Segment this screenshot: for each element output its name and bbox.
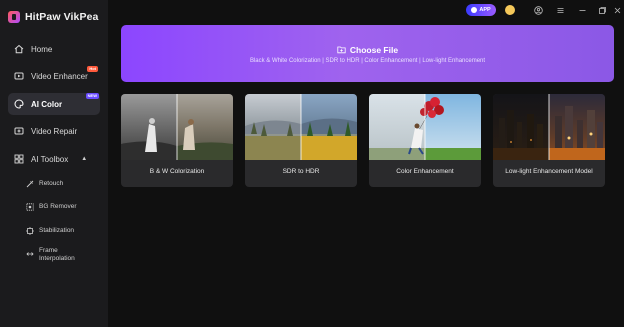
app-window: HitPaw VikPea Home Video Enhancer Hot AI…	[0, 0, 624, 327]
card-sdr-to-hdr[interactable]: SDR to HDR	[245, 94, 357, 187]
frame-interpolation-icon	[26, 250, 34, 258]
app-button[interactable]: APP	[466, 4, 496, 16]
caret-up-icon: ▲	[81, 156, 88, 162]
close-icon[interactable]	[611, 4, 623, 16]
sdr-to-hdr-preview-image	[245, 94, 357, 160]
coin-icon[interactable]	[505, 5, 515, 15]
toolbox-item-label: Retouch	[39, 180, 64, 187]
hot-badge: Hot	[87, 66, 98, 72]
toolbox-item-label: Stabilization	[39, 227, 75, 234]
card-label: B & W Colorization	[149, 168, 205, 175]
card-low-light-enhancement[interactable]: Low-light Enhancement Model	[493, 94, 605, 187]
low-light-preview-image	[493, 94, 605, 160]
stabilization-icon	[26, 227, 34, 235]
restore-icon[interactable]	[596, 4, 608, 16]
card-label: SDR to HDR	[282, 168, 320, 175]
add-file-icon	[337, 41, 346, 59]
user-icon[interactable]	[532, 4, 544, 16]
card-label: Color Enhancement	[396, 168, 454, 175]
main-content: APP Choose File Black & White Colorizati…	[108, 0, 624, 327]
video-repair-icon	[14, 126, 24, 136]
sidebar-item-label: Home	[31, 44, 53, 54]
toolbox-item-label: Frame Interpolation	[39, 247, 75, 262]
video-enhancer-icon	[14, 71, 24, 81]
titlebar: APP	[444, 0, 624, 20]
menu-icon[interactable]	[554, 4, 566, 16]
toolbox-item-frame-interpolation[interactable]: Frame Interpolation	[26, 247, 102, 263]
home-icon	[14, 44, 24, 54]
brand: HitPaw VikPea	[8, 11, 98, 23]
sidebar-item-label: AI Color	[31, 99, 63, 109]
bg-remover-icon	[26, 203, 34, 211]
sidebar-item-label: Video Enhancer	[31, 71, 88, 81]
feature-list-text: Black & White Colorization | SDR to HDR …	[249, 58, 486, 64]
choose-file-row: Choose File	[121, 41, 614, 59]
sidebar-item-ai-color[interactable]: AI Color NEW	[8, 93, 100, 115]
card-color-enhancement[interactable]: Color Enhancement	[369, 94, 481, 187]
sidebar: HitPaw VikPea Home Video Enhancer Hot AI…	[0, 0, 108, 327]
toolbox-item-bg-remover[interactable]: BG Remover	[26, 203, 102, 211]
app-pill-label: APP	[479, 7, 491, 13]
app-pill-dot-icon	[471, 7, 478, 13]
toolbox-icon	[14, 154, 24, 164]
app-logo-icon	[8, 11, 20, 23]
retouch-icon	[26, 180, 34, 188]
bw-colorization-preview-image	[121, 94, 233, 160]
toolbox-item-retouch[interactable]: Retouch	[26, 180, 102, 188]
toolbox-item-stabilization[interactable]: Stabilization	[26, 227, 102, 235]
color-enhancement-preview-image	[369, 94, 481, 160]
choose-file-label: Choose File	[349, 45, 399, 55]
ai-color-icon	[14, 99, 24, 109]
app-name: HitPaw VikPea	[25, 11, 99, 23]
sidebar-item-label: AI Toolbox	[31, 154, 69, 164]
sidebar-item-ai-toolbox[interactable]: AI Toolbox ▲	[8, 148, 100, 170]
sidebar-item-video-enhancer[interactable]: Video Enhancer Hot	[8, 65, 100, 87]
sidebar-item-label: Video Repair	[31, 126, 78, 136]
sidebar-item-video-repair[interactable]: Video Repair	[8, 120, 100, 142]
sidebar-item-home[interactable]: Home	[8, 38, 100, 60]
card-label: Low-light Enhancement Model	[505, 168, 593, 175]
choose-file-dropzone[interactable]: Choose File Black & White Colorization |…	[121, 25, 614, 82]
card-bw-colorization[interactable]: B & W Colorization	[121, 94, 233, 187]
minimize-icon[interactable]	[576, 4, 588, 16]
toolbox-item-label: BG Remover	[39, 203, 77, 210]
new-badge: NEW	[85, 93, 99, 99]
